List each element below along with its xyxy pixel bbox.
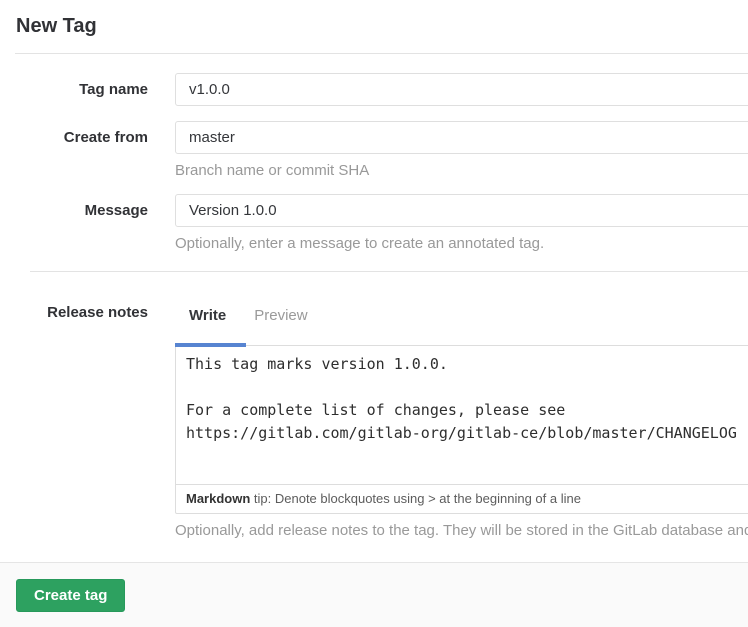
page-title: New Tag [0,0,748,40]
new-tag-form: Tag name Create from Branch name or comm… [0,73,748,539]
release-notes-textarea[interactable]: This tag marks version 1.0.0. For a comp… [176,346,748,485]
tab-preview[interactable]: Preview [240,305,321,326]
divider [30,271,748,272]
create-from-input[interactable] [175,121,748,154]
release-notes-label: Release notes [15,296,148,322]
message-hint: Optionally, enter a message to create an… [175,235,748,252]
markdown-tabs: Write Preview [175,296,748,326]
message-label: Message [15,194,148,220]
markdown-tip-text: tip: Denote blockquotes using > at the b… [250,491,581,506]
markdown-editor-area: This tag marks version 1.0.0. For a comp… [175,345,748,514]
markdown-tip: Markdown tip: Denote blockquotes using >… [176,485,748,513]
markdown-tip-bold: Markdown [186,491,250,506]
release-notes-row: Release notes Write Preview This tag mar… [15,296,748,539]
create-tag-button[interactable]: Create tag [16,579,125,612]
create-from-hint: Branch name or commit SHA [175,162,748,179]
create-from-label: Create from [15,121,148,147]
tag-name-label: Tag name [15,73,148,99]
release-notes-hint: Optionally, add release notes to the tag… [175,522,748,539]
tag-name-row: Tag name [15,73,748,106]
create-from-row: Create from Branch name or commit SHA [15,121,748,179]
tag-name-input[interactable] [175,73,748,106]
message-input[interactable] [175,194,748,227]
divider [15,53,748,54]
message-row: Message Optionally, enter a message to c… [15,194,748,252]
tab-write[interactable]: Write [175,305,240,326]
form-actions-footer: Create tag [0,562,748,627]
